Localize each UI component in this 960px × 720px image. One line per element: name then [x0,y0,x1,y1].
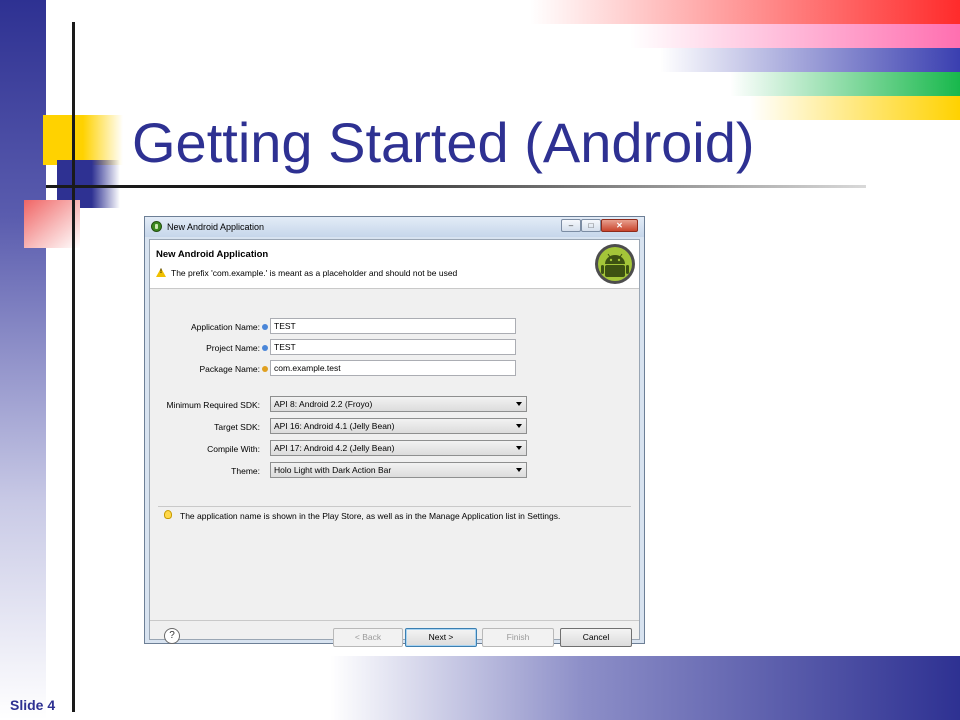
package-name-field[interactable] [270,360,516,376]
new-android-application-dialog: New Android Application – □ ✕ New Androi… [144,216,645,647]
application-name-field[interactable] [270,318,516,334]
top-stripe-blue [660,48,960,72]
maximize-button[interactable]: □ [581,219,601,232]
warning-icon [156,268,166,277]
bottom-decoration-bar [330,656,960,720]
cancel-button[interactable]: Cancel [560,628,632,647]
target-sdk-label: Target SDK: [214,422,260,432]
slide-title: Getting Started (Android) [132,111,755,174]
wizard-header-message: The prefix 'com.example.' is meant as a … [171,268,458,278]
dialog-content: New Android Application The prefix 'com.… [149,239,640,647]
decor-square-yellow [43,115,123,165]
project-name-label: Project Name: [206,343,260,353]
top-stripe-pink [630,24,960,48]
chevron-down-icon [516,468,522,472]
min-sdk-value: API 8: Android 2.2 (Froyo) [274,399,373,409]
finish-button[interactable]: Finish [482,628,554,647]
help-button[interactable]: ? [164,628,180,644]
minimize-button[interactable]: – [561,219,581,232]
package-name-label: Package Name: [199,364,260,374]
info-icon [262,324,268,330]
warning-small-icon [262,366,268,372]
window-title: New Android Application [167,222,265,232]
theme-label: Theme: [231,466,260,476]
divider [158,506,631,507]
title-underline [46,185,866,188]
compile-with-label: Compile With: [207,444,260,454]
left-decoration-bar [0,0,46,720]
top-stripe-green [730,72,960,96]
divider [150,620,639,621]
chevron-down-icon [516,424,522,428]
chevron-down-icon [516,402,522,406]
top-stripe-yellow [750,96,960,120]
info-icon [262,345,268,351]
application-name-label: Application Name: [191,322,260,332]
back-button[interactable]: < Back [333,628,403,647]
target-sdk-value: API 16: Android 4.1 (Jelly Bean) [274,421,395,431]
top-stripe-red [530,0,960,24]
project-name-field[interactable] [270,339,516,355]
slide-number: Slide 4 [10,697,56,713]
min-sdk-label: Minimum Required SDK: [166,400,260,410]
chevron-down-icon [516,446,522,450]
theme-value: Holo Light with Dark Action Bar [274,465,392,475]
close-button[interactable]: ✕ [601,219,638,232]
compile-with-select[interactable]: API 17: Android 4.2 (Jelly Bean) [270,440,527,456]
decor-vertical-line [72,22,75,712]
theme-select[interactable]: Holo Light with Dark Action Bar [270,462,527,478]
wizard-header-title: New Android Application [156,249,269,260]
window-titlebar[interactable]: New Android Application – □ ✕ [145,217,644,237]
next-button[interactable]: Next > [405,628,477,647]
min-sdk-select[interactable]: API 8: Android 2.2 (Froyo) [270,396,527,412]
android-logo-icon [595,244,635,284]
target-sdk-select[interactable]: API 16: Android 4.1 (Jelly Bean) [270,418,527,434]
info-message: The application name is shown in the Pla… [180,511,561,521]
compile-with-value: API 17: Android 4.2 (Jelly Bean) [274,443,395,453]
lightbulb-icon [164,510,172,519]
app-icon [151,221,162,232]
wizard-header: New Android Application The prefix 'com.… [150,240,639,289]
